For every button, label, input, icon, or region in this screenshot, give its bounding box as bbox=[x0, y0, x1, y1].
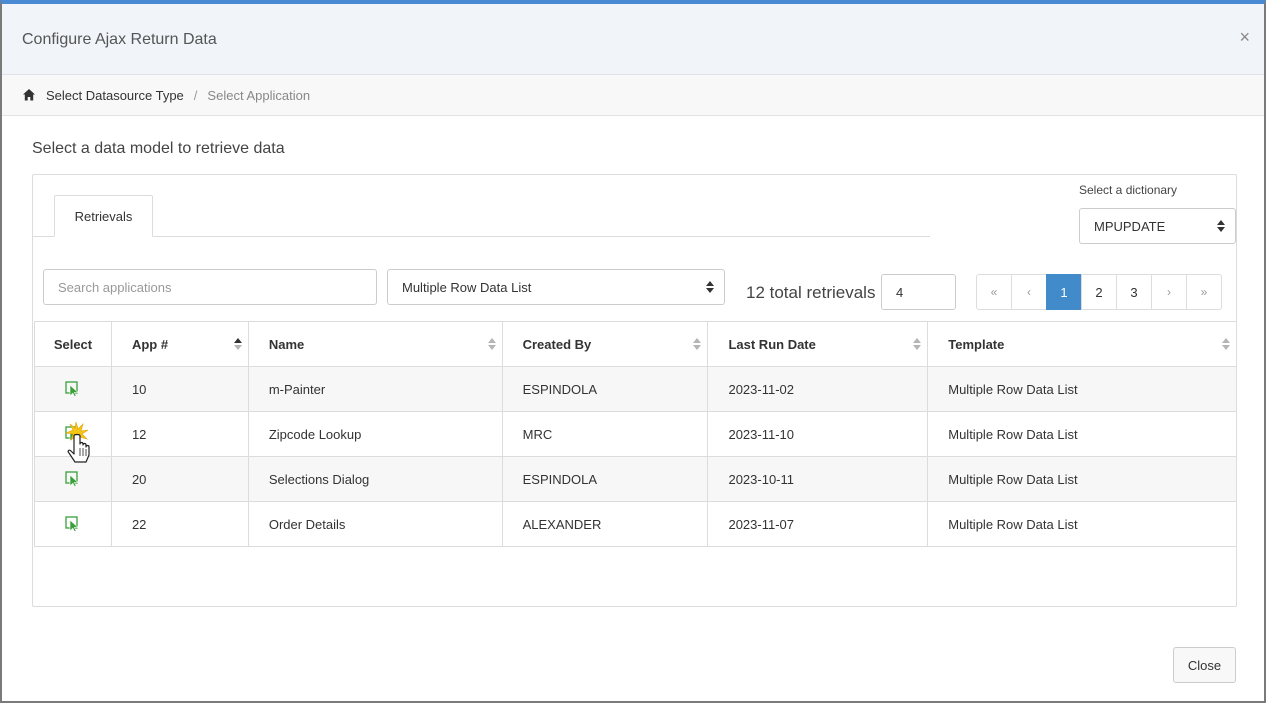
template-cell: Multiple Row Data List bbox=[927, 411, 1237, 457]
template-filter-value: Multiple Row Data List bbox=[402, 279, 532, 295]
column-header-created-by[interactable]: Created By bbox=[501, 321, 709, 367]
select-arrows-icon bbox=[706, 281, 714, 293]
table-row: 12 Zipcode Lookup MRC 2023-11-10 Multipl… bbox=[34, 411, 1237, 457]
template-cell: Multiple Row Data List bbox=[927, 456, 1237, 502]
tabs-divider bbox=[33, 236, 930, 237]
per-page-input[interactable] bbox=[881, 274, 956, 310]
sort-icon bbox=[913, 338, 922, 350]
last-run-date-cell: 2023-11-07 bbox=[707, 501, 929, 547]
column-header-label: Template bbox=[948, 336, 1005, 352]
select-arrows-icon bbox=[1217, 220, 1225, 232]
template-cell: Multiple Row Data List bbox=[927, 501, 1237, 547]
modal-header: Configure Ajax Return Data × bbox=[2, 4, 1264, 75]
name-cell: Zipcode Lookup bbox=[247, 411, 503, 457]
column-header-label: Name bbox=[268, 336, 305, 352]
column-header-template[interactable]: Template bbox=[927, 321, 1237, 367]
select-pointer-icon[interactable] bbox=[65, 381, 81, 398]
breadcrumb-datasource-type[interactable]: Select Datasource Type bbox=[46, 88, 184, 103]
column-header-select: Select bbox=[34, 321, 112, 367]
select-pointer-icon[interactable] bbox=[65, 471, 81, 488]
name-cell: m-Painter bbox=[247, 366, 503, 412]
last-run-date-cell: 2023-11-10 bbox=[707, 411, 929, 457]
sort-icon bbox=[487, 338, 496, 350]
table-row: 20 Selections Dialog ESPINDOLA 2023-10-1… bbox=[34, 456, 1237, 502]
last-run-date-cell: 2023-10-11 bbox=[707, 456, 929, 502]
breadcrumb-select-application: Select Application bbox=[207, 87, 311, 103]
app-number-cell: 10 bbox=[110, 366, 249, 412]
template-filter-select[interactable]: Multiple Row Data List bbox=[387, 269, 725, 305]
select-cell bbox=[34, 411, 112, 457]
dictionary-select[interactable]: MPUPDATE bbox=[1079, 208, 1236, 244]
column-header-label: Created By bbox=[522, 336, 592, 352]
column-header-last-run-date[interactable]: Last Run Date bbox=[707, 321, 929, 367]
name-cell: Order Details bbox=[247, 501, 503, 547]
sort-asc-icon bbox=[233, 338, 242, 350]
home-icon[interactable] bbox=[22, 88, 36, 102]
page-next-button[interactable]: › bbox=[1151, 274, 1187, 310]
retrievals-panel: Retrievals Select a dictionary MPUPDATE … bbox=[32, 174, 1237, 607]
created-by-cell: ESPINDOLA bbox=[501, 366, 709, 412]
retrievals-table: Select App # Name Created By Last Run Da… bbox=[34, 321, 1237, 547]
search-input[interactable] bbox=[43, 269, 377, 305]
page-1-button[interactable]: 1 bbox=[1046, 274, 1082, 310]
select-pointer-icon[interactable] bbox=[65, 426, 81, 443]
close-icon[interactable]: × bbox=[1239, 28, 1250, 46]
sort-icon bbox=[1222, 338, 1230, 350]
modal-dialog: Configure Ajax Return Data × Select Data… bbox=[0, 0, 1266, 703]
app-number-cell: 12 bbox=[110, 411, 249, 457]
created-by-cell: MRC bbox=[501, 411, 709, 457]
select-cell bbox=[34, 456, 112, 502]
modal-title: Configure Ajax Return Data bbox=[22, 31, 217, 48]
created-by-cell: ESPINDOLA bbox=[501, 456, 709, 502]
tab-retrievals[interactable]: Retrievals bbox=[54, 195, 153, 237]
sort-icon bbox=[693, 338, 702, 350]
template-cell: Multiple Row Data List bbox=[927, 366, 1237, 412]
dictionary-label: Select a dictionary bbox=[1079, 183, 1178, 197]
page-first-button[interactable]: « bbox=[976, 274, 1012, 310]
name-cell: Selections Dialog bbox=[247, 456, 503, 502]
breadcrumb: Select Datasource Type / Select Applicat… bbox=[2, 75, 1264, 116]
close-button[interactable]: Close bbox=[1173, 647, 1236, 683]
last-run-date-cell: 2023-11-02 bbox=[707, 366, 929, 412]
page-2-button[interactable]: 2 bbox=[1081, 274, 1117, 310]
table-header-row: Select App # Name Created By Last Run Da… bbox=[34, 321, 1237, 367]
select-cell bbox=[34, 501, 112, 547]
select-cell bbox=[34, 366, 112, 412]
column-header-name[interactable]: Name bbox=[247, 321, 503, 367]
table-row: 22 Order Details ALEXANDER 2023-11-07 Mu… bbox=[34, 501, 1237, 547]
created-by-cell: ALEXANDER bbox=[501, 501, 709, 547]
page-prev-button[interactable]: ‹ bbox=[1011, 274, 1047, 310]
page-last-button[interactable]: » bbox=[1186, 274, 1222, 310]
column-header-label: App # bbox=[131, 336, 169, 352]
breadcrumb-separator: / bbox=[193, 87, 198, 103]
app-number-cell: 20 bbox=[110, 456, 249, 502]
app-number-cell: 22 bbox=[110, 501, 249, 547]
page-3-button[interactable]: 3 bbox=[1116, 274, 1152, 310]
table-row: 10 m-Painter ESPINDOLA 2023-11-02 Multip… bbox=[34, 366, 1237, 412]
dictionary-selected-value: MPUPDATE bbox=[1094, 218, 1166, 234]
pagination: « ‹ 1 2 3 › » bbox=[976, 274, 1222, 310]
total-retrievals: 12 total retrievals bbox=[746, 283, 876, 302]
column-header-label: Last Run Date bbox=[728, 336, 816, 352]
column-header-app-number[interactable]: App # bbox=[110, 321, 249, 367]
section-title: Select a data model to retrieve data bbox=[32, 140, 285, 157]
select-pointer-icon[interactable] bbox=[65, 516, 81, 533]
